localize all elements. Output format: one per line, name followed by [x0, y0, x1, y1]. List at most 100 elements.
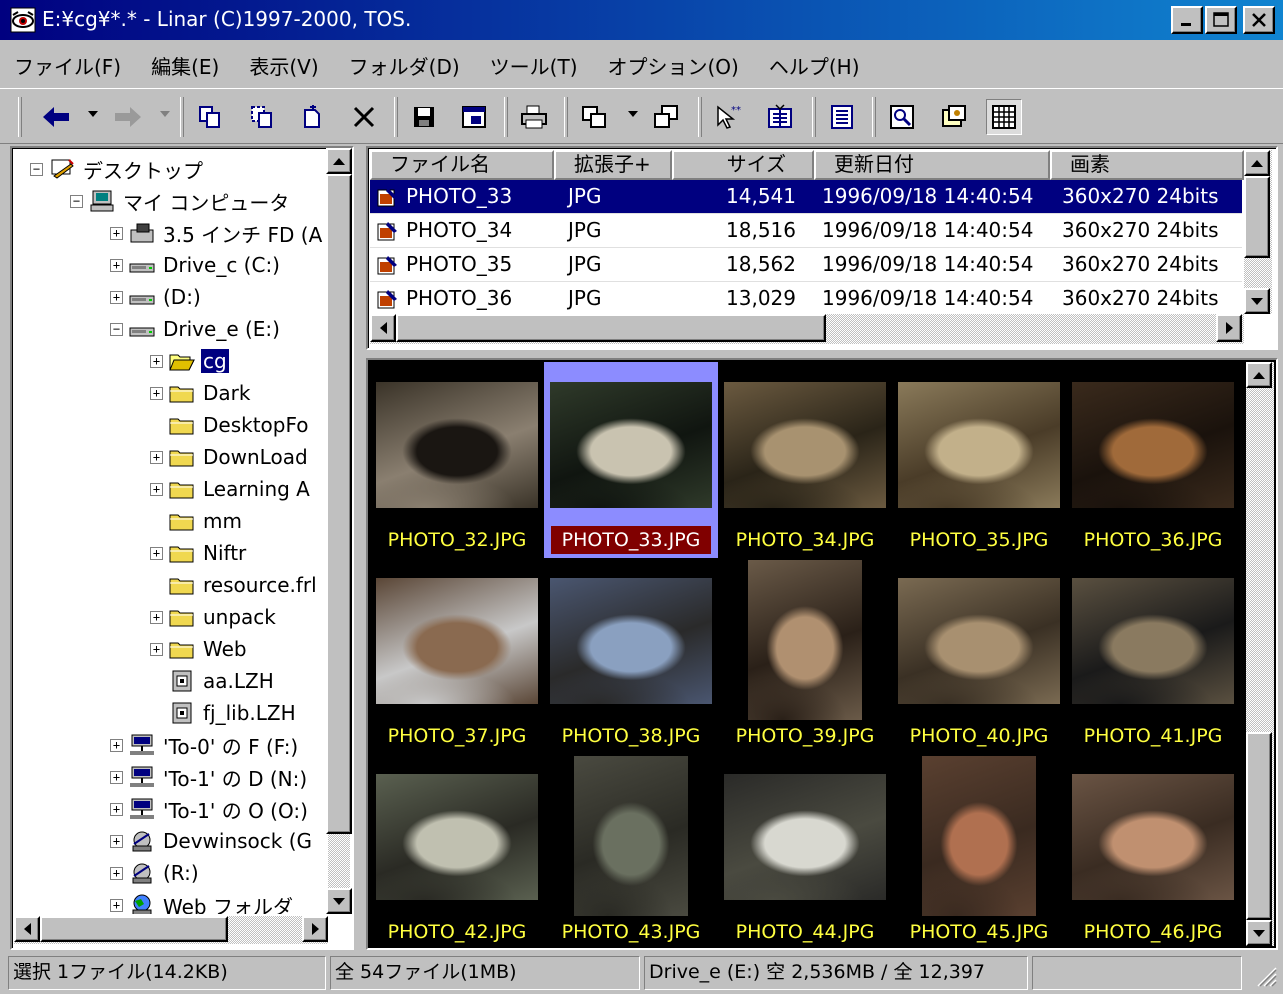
forward-dropdown-arrow[interactable] [160, 111, 170, 117]
tree-node[interactable]: mm [150, 506, 244, 536]
expand-icon[interactable]: + [110, 258, 123, 272]
details-view-button[interactable] [824, 99, 860, 135]
thumbnail-view-button[interactable] [986, 99, 1022, 135]
list-scroll-up-button[interactable] [1244, 150, 1270, 176]
back-dropdown-arrow[interactable] [88, 111, 98, 117]
menu-help[interactable]: ヘルプ(H) [769, 51, 860, 80]
tree-node[interactable]: − デスクトップ [30, 154, 205, 184]
tree-node[interactable]: + Web フォルダ [110, 890, 295, 914]
tree-node[interactable]: + Learning A [150, 474, 312, 504]
tree-node[interactable]: + Drive_c (C:) [110, 250, 282, 280]
tree-scroll-down-button[interactable] [326, 888, 352, 914]
expand-icon[interactable]: + [110, 898, 123, 912]
list-hscroll-thumb[interactable] [396, 314, 826, 342]
print-button[interactable] [516, 99, 552, 135]
menu-options[interactable]: オプション(O) [608, 51, 739, 80]
tree-node[interactable]: + DownLoad [150, 442, 310, 472]
tree-node[interactable]: + unpack [150, 602, 278, 632]
thumb-scroll-thumb[interactable] [1246, 732, 1272, 920]
expand-icon[interactable]: + [110, 290, 123, 304]
thumbnail-item[interactable]: PHOTO_43.JPG [544, 754, 718, 948]
file-row[interactable]: PHOTO_34 JPG 18,516 1996/09/18 14:40:54 360x… [370, 214, 1242, 248]
preview-button[interactable] [884, 99, 920, 135]
expand-icon[interactable]: + [110, 802, 123, 816]
thumbnail-item[interactable]: PHOTO_38.JPG [544, 558, 718, 754]
tree-horizontal-scrollbar[interactable] [14, 916, 328, 944]
tree-node[interactable]: + (R:) [110, 858, 201, 888]
list-scroll-thumb[interactable] [1244, 176, 1270, 258]
new-file-button[interactable] [294, 99, 330, 135]
menu-edit[interactable]: 編集(E) [151, 51, 219, 80]
list-scroll-left-button[interactable] [370, 314, 396, 342]
thumb-scroll-down-button[interactable] [1246, 920, 1272, 946]
expand-icon[interactable]: + [150, 450, 163, 464]
column-header-date[interactable]: 更新日付 [814, 150, 1050, 180]
file-row[interactable]: PHOTO_33 JPG 14,541 1996/09/18 14:40:54 360x… [370, 180, 1242, 214]
close-button[interactable] [1243, 6, 1275, 34]
collapse-icon[interactable]: − [70, 194, 83, 208]
list-vertical-scrollbar[interactable] [1244, 150, 1272, 314]
expand-icon[interactable]: + [150, 482, 163, 496]
slideshow-button[interactable] [936, 99, 972, 135]
toolbar-grip[interactable] [18, 97, 22, 137]
tree-hscroll-thumb[interactable] [40, 916, 228, 942]
expand-icon[interactable]: + [110, 834, 123, 848]
title-bar[interactable]: E:¥cg¥*.* - Linar (C)1997-2000, TOS. [0, 0, 1283, 40]
expand-icon[interactable]: + [150, 386, 163, 400]
expand-icon[interactable]: + [150, 642, 163, 656]
thumbnail-item[interactable]: PHOTO_36.JPG [1066, 362, 1240, 558]
thumbnail-item[interactable]: PHOTO_41.JPG [1066, 558, 1240, 754]
expand-icon[interactable]: + [110, 226, 123, 240]
select-all-button[interactable]: ** [710, 99, 746, 135]
thumbnail-item[interactable]: PHOTO_37.JPG [370, 558, 544, 754]
tree-scroll-left-button[interactable] [14, 916, 40, 942]
save-button[interactable] [406, 99, 442, 135]
column-header-filename[interactable]: ファイル名 [370, 150, 554, 180]
expand-icon[interactable]: + [150, 354, 163, 368]
thumb-scroll-up-button[interactable] [1246, 362, 1272, 388]
tree-node[interactable]: +3.5 インチ FD (A [110, 218, 324, 248]
back-button[interactable] [38, 99, 74, 135]
column-header-size[interactable]: サイズ [672, 150, 814, 180]
column-header-pixels[interactable]: 画素 [1050, 150, 1244, 180]
tree-node[interactable]: resource.frl [150, 570, 319, 600]
delete-button[interactable] [346, 99, 382, 135]
thumbnail-item[interactable]: PHOTO_46.JPG [1066, 754, 1240, 948]
tree-node[interactable]: + (D:) [110, 282, 203, 312]
tree-node[interactable]: − マイ コンピュータ [70, 186, 291, 216]
thumbnail-item[interactable]: PHOTO_44.JPG [718, 754, 892, 948]
tree-node[interactable]: DesktopFo [150, 410, 311, 440]
thumbnail-item[interactable]: PHOTO_42.JPG [370, 754, 544, 948]
thumbnail-item[interactable]: PHOTO_32.JPG [370, 362, 544, 558]
view-mode-button[interactable] [576, 99, 612, 135]
list-scroll-down-button[interactable] [1244, 288, 1270, 314]
list-horizontal-scrollbar[interactable] [370, 314, 1244, 344]
tree-node[interactable]: + Web [150, 634, 249, 664]
tree-node[interactable]: + 'To-1' の O (O:) [110, 794, 310, 824]
view-mode-dropdown-arrow[interactable] [628, 111, 638, 117]
new-window-button[interactable] [648, 99, 684, 135]
save-as-button[interactable] [456, 99, 492, 135]
tree-node[interactable]: aa.LZH [150, 666, 276, 696]
minimize-button[interactable] [1171, 6, 1203, 34]
tree-node[interactable]: + 'To-1' の D (N:) [110, 762, 309, 792]
thumbnail-item[interactable]: PHOTO_40.JPG [892, 558, 1066, 754]
tree-scroll-up-button[interactable] [326, 148, 352, 174]
tree-node[interactable]: + Devwinsock (G [110, 826, 314, 856]
menu-view[interactable]: 表示(V) [249, 51, 318, 80]
thumbnail-item[interactable]: PHOTO_39.JPG [718, 558, 892, 754]
tree-node[interactable]: + Niftr [150, 538, 248, 568]
collapse-icon[interactable]: − [30, 162, 43, 176]
list-scroll-right-button[interactable] [1216, 314, 1242, 342]
expand-icon[interactable]: + [110, 738, 123, 752]
collapse-icon[interactable]: − [110, 322, 123, 336]
tree-scroll-thumb[interactable] [326, 174, 352, 834]
move-button[interactable] [244, 99, 280, 135]
tree-node[interactable]: + Dark [150, 378, 252, 408]
resize-grip-icon[interactable] [1252, 962, 1278, 988]
copy-button[interactable] [192, 99, 228, 135]
filter-button[interactable] [762, 99, 798, 135]
thumbnail-item[interactable]: PHOTO_45.JPG [892, 754, 1066, 948]
tree-scroll-right-button[interactable] [302, 916, 328, 942]
thumb-vertical-scrollbar[interactable] [1246, 362, 1274, 946]
